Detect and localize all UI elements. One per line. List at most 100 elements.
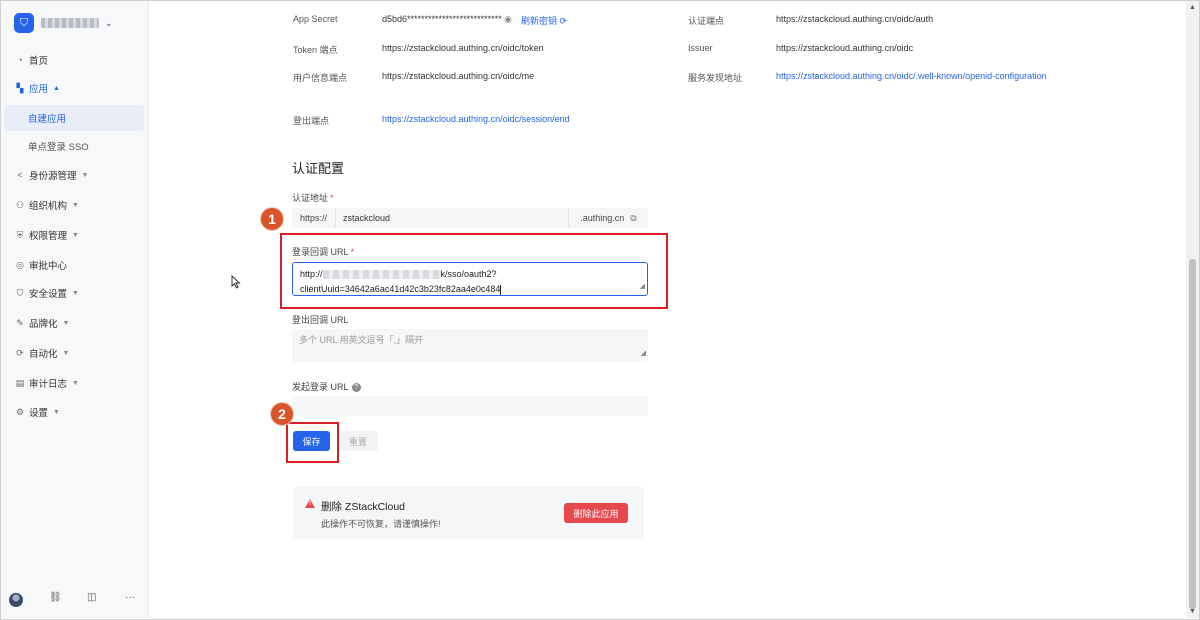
- url-prefix: https://: [292, 208, 336, 228]
- gear-icon: ⚙: [15, 406, 25, 417]
- logout-endpoint-value[interactable]: https://zstackcloud.authing.cn/oidc/sess…: [382, 114, 570, 124]
- chevron-down-icon: ▼: [81, 171, 89, 179]
- sidebar-item-security[interactable]: ⛉ 安全设置 ▼: [1, 280, 149, 306]
- sidebar-item-apps[interactable]: ▚ 应用 ▲: [1, 75, 149, 101]
- sidebar-item-label: 首页: [29, 56, 49, 67]
- logout-callback-placeholder: 多个 URL 用英文逗号「,」隔开: [299, 335, 424, 345]
- sidebar-item-branding[interactable]: ✎ 品牌化 ▼: [1, 310, 149, 336]
- chevron-down-icon: ▼: [72, 231, 79, 239]
- chevron-down-icon: ▼: [62, 349, 70, 357]
- sidebar-item-label: 审计日志: [29, 379, 68, 390]
- sidebar-item-label: 权限管理: [29, 231, 68, 242]
- resize-handle-icon[interactable]: ◢: [641, 346, 646, 361]
- sidebar: ⛉ ⌄ ◔ 首页 ▚ 应用 ▲ 自建应用 单点登录 SSO < 身份源管理 ▼ …: [1, 1, 149, 618]
- warning-icon-mark: !: [309, 501, 311, 507]
- automation-icon: ⟳: [16, 347, 24, 358]
- approval-icon: ◎: [16, 259, 24, 270]
- sidebar-subitem-label: 单点登录 SSO: [28, 142, 89, 153]
- avatar[interactable]: [9, 593, 23, 607]
- auth-endpoint-value: https://zstackcloud.authing.cn/oidc/auth: [776, 14, 934, 24]
- logout-callback-textarea[interactable]: 多个 URL 用英文逗号「,」隔开 ◢: [292, 329, 648, 362]
- sidebar-item-identity-source[interactable]: < 身份源管理 ▼: [1, 162, 149, 188]
- app-secret-label: App Secret: [293, 14, 338, 24]
- chevron-up-icon: ▲: [53, 84, 60, 92]
- shield-icon: ⛉: [16, 287, 24, 298]
- share-icon: <: [17, 170, 23, 180]
- permission-icon: ⛨: [16, 229, 24, 240]
- sidebar-item-settings[interactable]: ⚙ 设置 ▼: [1, 399, 149, 425]
- sidebar-item-label: 审批中心: [29, 261, 68, 272]
- brush-icon: ✎: [16, 317, 24, 328]
- apps-icon: ▚: [16, 82, 24, 93]
- discovery-value[interactable]: https://zstackcloud.authing.cn/oidc/.wel…: [776, 69, 1052, 83]
- refresh-secret-label: 刷新密钥: [521, 16, 558, 26]
- userinfo-endpoint-label: 用户信息端点: [293, 73, 348, 83]
- sidebar-subitem-self-built-apps[interactable]: 自建应用: [4, 105, 144, 131]
- chevron-down-icon: ▼: [72, 379, 79, 387]
- sidebar-item-automation[interactable]: ⟳ 自动化 ▼: [1, 340, 149, 366]
- userinfo-endpoint-value: https://zstackcloud.authing.cn/oidc/me: [382, 71, 535, 81]
- url-suffix: .authing.cn ⧉: [568, 208, 648, 228]
- help-icon[interactable]: ?: [351, 383, 361, 393]
- link-icon[interactable]: ⛓: [49, 592, 62, 603]
- sidebar-item-label: 安全设置: [29, 289, 68, 300]
- eye-icon[interactable]: ◉: [504, 14, 512, 24]
- vertical-scrollbar[interactable]: ▲ ▼: [1186, 1, 1199, 618]
- sidebar-item-permission[interactable]: ⛨ 权限管理 ▼: [1, 222, 149, 248]
- refresh-secret-link[interactable]: 刷新密钥 ⟳: [521, 14, 567, 27]
- log-icon: ▤: [15, 377, 25, 388]
- sidebar-subitem-label: 自建应用: [28, 114, 67, 125]
- sidebar-item-label: 身份源管理: [29, 171, 77, 182]
- sidebar-item-audit-log[interactable]: ▤ 审计日志 ▼: [1, 370, 149, 396]
- sidebar-item-label: 品牌化: [29, 319, 58, 330]
- auth-url-label-text: 认证地址: [292, 193, 329, 203]
- issuer-value: https://zstackcloud.authing.cn/oidc: [776, 43, 914, 53]
- chevron-down-icon: ▼: [53, 408, 60, 416]
- refresh-icon: ⟳: [559, 16, 568, 26]
- section-title-auth-config: 认证配置: [292, 161, 345, 176]
- logout-callback-label: 登出回调 URL: [292, 315, 349, 325]
- sidebar-item-label: 应用: [29, 84, 49, 95]
- sidebar-bottom-bar: ⛓ ◫ ···: [1, 590, 149, 612]
- shield-logo-icon: ⛉: [14, 13, 34, 33]
- sidebar-item-label: 自动化: [29, 349, 58, 360]
- url-suffix-text: .authing.cn: [580, 213, 625, 223]
- sidebar-item-organization[interactable]: ⚇ 组织机构 ▼: [1, 192, 149, 218]
- chevron-down-icon: ▼: [72, 201, 79, 209]
- auth-url-input[interactable]: zstackcloud: [338, 208, 568, 228]
- auth-endpoint-label: 认证端点: [688, 16, 725, 26]
- token-endpoint-label: Token 端点: [293, 45, 338, 55]
- initiate-login-label: 发起登录 URL?: [292, 380, 361, 393]
- sidebar-subitem-sso[interactable]: 单点登录 SSO: [4, 133, 144, 159]
- logout-endpoint-label: 登出端点: [293, 116, 330, 126]
- danger-zone-title: 删除 ZStackCloud: [321, 501, 406, 513]
- annotation-highlight-callback: [280, 233, 668, 309]
- issuer-label: Issuer: [688, 43, 713, 53]
- chevron-down-icon: ⌄: [105, 17, 113, 28]
- book-icon[interactable]: ◫: [87, 592, 96, 603]
- sidebar-item-approval[interactable]: ◎ 审批中心: [1, 252, 149, 278]
- initiate-login-label-text: 发起登录 URL: [292, 382, 349, 392]
- app-secret-masked: d5bd6***************************: [382, 14, 502, 24]
- annotation-step-1: 1: [261, 208, 283, 230]
- discovery-label: 服务发现地址: [688, 73, 743, 83]
- scroll-down-icon[interactable]: ▼: [1189, 608, 1196, 615]
- scroll-up-icon[interactable]: ▲: [1189, 4, 1196, 11]
- org-switcher[interactable]: ⛉ ⌄: [14, 13, 113, 33]
- chevron-down-icon: ▼: [72, 289, 79, 297]
- auth-url-input-group: https:// zstackcloud .authing.cn ⧉: [292, 208, 648, 228]
- org-name-redacted: [41, 18, 99, 28]
- delete-app-button[interactable]: 删除此应用: [564, 503, 628, 523]
- sidebar-item-home[interactable]: ◔ 首页: [1, 47, 149, 73]
- annotation-step-2: 2: [271, 403, 293, 425]
- reset-button[interactable]: 重置: [338, 431, 378, 451]
- scrollbar-thumb[interactable]: [1189, 259, 1196, 609]
- required-mark: *: [330, 193, 334, 203]
- auth-url-label: 认证地址 *: [292, 191, 334, 204]
- org-icon: ⚇: [15, 199, 25, 210]
- sidebar-item-label: 设置: [29, 408, 49, 419]
- copy-icon[interactable]: ⧉: [630, 213, 636, 224]
- more-icon[interactable]: ···: [125, 592, 135, 603]
- mouse-cursor-icon: [231, 275, 241, 289]
- initiate-login-input[interactable]: [292, 396, 648, 416]
